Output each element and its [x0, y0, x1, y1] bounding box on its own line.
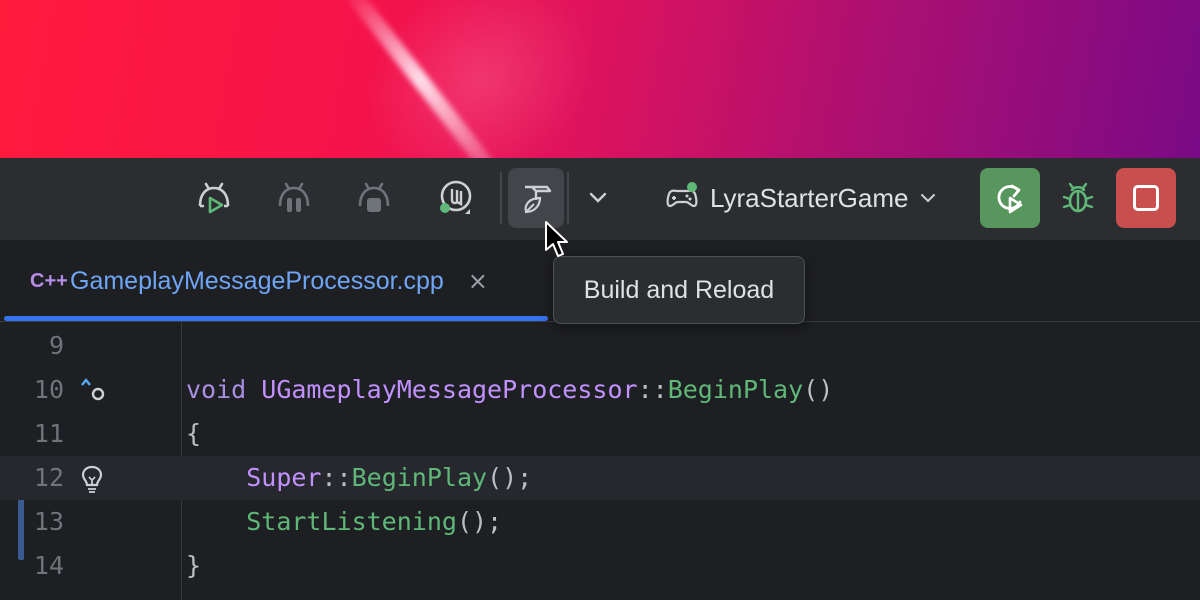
- code-line: 9: [0, 324, 1200, 368]
- line-number: 10: [33, 375, 64, 404]
- active-tab-indicator: [4, 316, 548, 321]
- debug-button[interactable]: [1052, 168, 1104, 228]
- run-android-icon: [198, 182, 230, 214]
- code-line: 11 {: [0, 412, 1200, 456]
- code-text: }: [186, 551, 202, 580]
- pause-android-button[interactable]: [266, 168, 322, 228]
- mouse-pointer-icon: [545, 221, 568, 257]
- tooltip: Build and Reload: [553, 256, 805, 324]
- stop-android-button[interactable]: [346, 168, 402, 228]
- code-editor[interactable]: 9 10 void UGameplayMessageProcessor::Beg…: [0, 322, 1200, 600]
- code-text: {: [186, 419, 202, 448]
- line-number: 14: [33, 551, 64, 580]
- code-text: StartListening();: [246, 507, 503, 536]
- build-and-reload-button[interactable]: [508, 168, 564, 228]
- stop-button[interactable]: [1116, 168, 1176, 228]
- line-number: 13: [33, 507, 64, 536]
- rerun-button[interactable]: [980, 168, 1040, 228]
- toolbar-separator: [567, 172, 569, 224]
- line-number: 9: [48, 331, 64, 360]
- stop-icon: [1133, 185, 1159, 211]
- code-text: Super::BeginPlay();: [246, 463, 533, 492]
- chevron-down-icon: [589, 192, 607, 203]
- toolbar-separator: [500, 172, 502, 224]
- code-line: 14 }: [0, 544, 1200, 588]
- chevron-down-icon: [921, 194, 936, 203]
- run-configuration-name: LyraStarterGame: [710, 182, 909, 213]
- code-line-current: 12 Super::BeginPlay();: [0, 456, 1200, 500]
- run-configuration-selector[interactable]: LyraStarterGame: [664, 168, 938, 228]
- desktop-wallpaper: [0, 0, 1200, 158]
- override-gutter-icon[interactable]: [78, 374, 108, 404]
- main-toolbar: LyraStarterGame: [0, 158, 1200, 241]
- code-line: 13 StartListening();: [0, 500, 1200, 544]
- code-line: 10 void UGameplayMessageProcessor::Begin…: [0, 368, 1200, 412]
- stop-android-icon: [358, 182, 390, 212]
- bug-icon: [1062, 182, 1094, 213]
- tab-gameplay-message-processor[interactable]: C++ GameplayMessageProcessor.cpp ×: [4, 241, 548, 321]
- build-and-reload-icon: [524, 185, 552, 214]
- pause-android-icon: [278, 182, 310, 212]
- tab-label: GameplayMessageProcessor.cpp: [70, 266, 444, 295]
- gamepad-icon: [666, 182, 698, 208]
- unreal-engine-button[interactable]: [426, 168, 482, 228]
- tooltip-text: Build and Reload: [583, 275, 775, 304]
- close-tab-icon[interactable]: ×: [468, 267, 488, 295]
- line-number: 12: [33, 463, 64, 492]
- code-text: void UGameplayMessageProcessor::BeginPla…: [186, 375, 834, 404]
- line-number: 11: [33, 419, 64, 448]
- lightbulb-icon[interactable]: [78, 464, 106, 494]
- rerun-icon: [997, 184, 1023, 214]
- cpp-file-icon: C++: [30, 269, 68, 292]
- unreal-engine-icon: [440, 180, 472, 214]
- more-actions-dropdown[interactable]: [576, 168, 620, 228]
- run-android-button[interactable]: [186, 168, 242, 228]
